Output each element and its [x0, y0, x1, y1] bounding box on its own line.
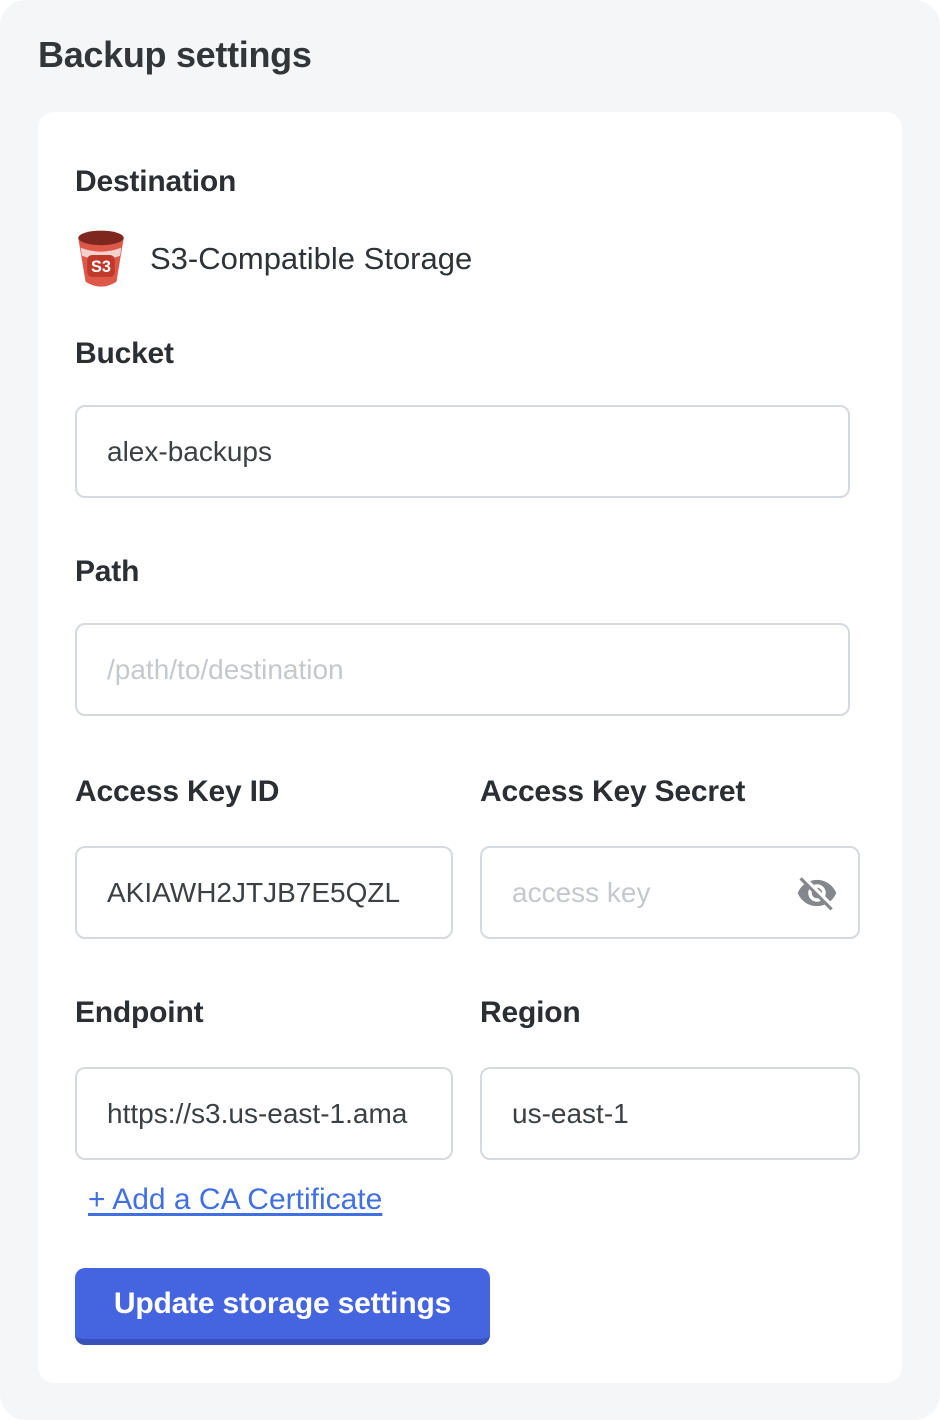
- endpoint-region-fields: Endpoint Region: [75, 995, 863, 1160]
- endpoint-label: Endpoint: [75, 995, 453, 1031]
- access-key-fields: Access Key ID Access Key Secret: [75, 774, 863, 939]
- access-key-secret-field: [480, 846, 860, 939]
- destination-value: S3-Compatible Storage: [150, 241, 472, 277]
- path-input[interactable]: [75, 623, 850, 716]
- s3-bucket-icon: S3: [75, 228, 127, 290]
- backup-settings-card: Destination S3 S3-Compatible Storage Buc…: [38, 112, 902, 1383]
- update-storage-settings-button[interactable]: Update storage settings: [75, 1268, 490, 1345]
- access-key-secret-label: Access Key Secret: [480, 774, 860, 810]
- s3-icon-badge-text: S3: [91, 258, 111, 276]
- eye-slash-icon[interactable]: [794, 870, 840, 916]
- bucket-label: Bucket: [75, 336, 902, 372]
- page-title: Backup settings: [0, 0, 940, 78]
- access-key-id-label: Access Key ID: [75, 774, 453, 810]
- endpoint-input[interactable]: [75, 1067, 453, 1160]
- destination-label: Destination: [75, 164, 902, 200]
- destination-row: S3 S3-Compatible Storage: [75, 227, 902, 291]
- region-input[interactable]: [480, 1067, 860, 1160]
- access-key-id-input[interactable]: [75, 846, 453, 939]
- path-label: Path: [75, 554, 902, 590]
- add-ca-certificate-link[interactable]: + Add a CA Certificate: [88, 1182, 382, 1218]
- backup-settings-page: Backup settings Destination S3 S3-Compat…: [0, 0, 940, 1420]
- region-label: Region: [480, 995, 860, 1031]
- bucket-input[interactable]: [75, 405, 850, 498]
